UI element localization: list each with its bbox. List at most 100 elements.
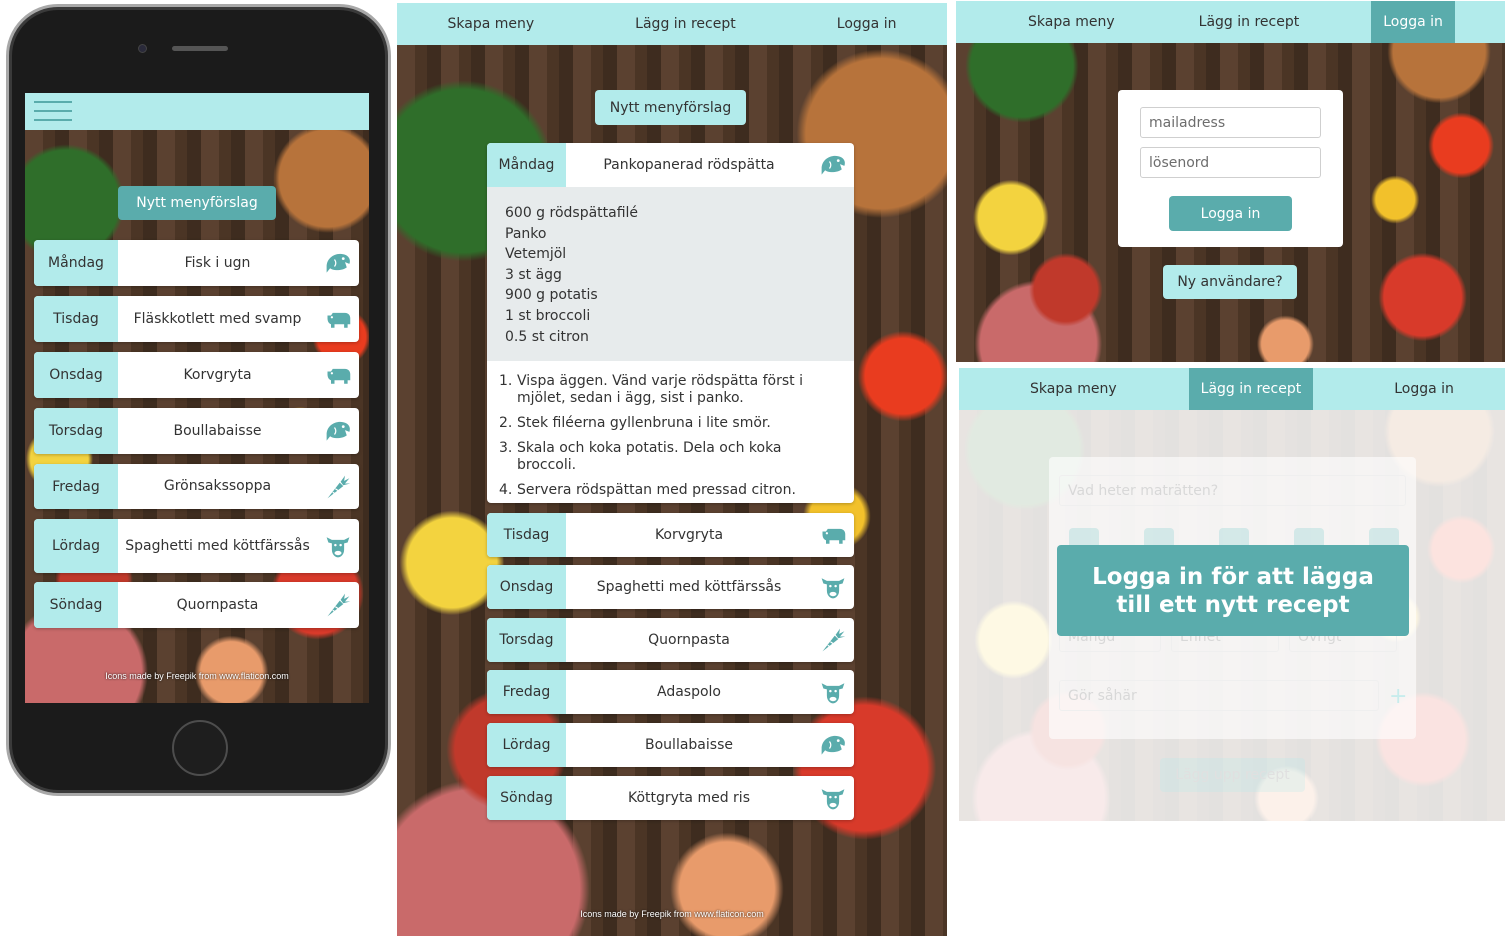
ingredient: 0.5 st citron [505,328,589,345]
day-label: Torsdag [34,408,118,454]
recipe-name-field: Vad heter maträtten? [1059,475,1406,506]
dish-name: Adaspolo [657,683,721,700]
login-required-message: Logga in för att lägga till ett nytt rec… [1057,545,1409,636]
day-row-tuesday[interactable]: Tisdag Fläskkotlett med svamp [34,296,359,342]
day-label: Lördag [487,723,566,767]
day-row-friday[interactable]: Fredag Adaspolo [487,670,854,714]
new-user-button[interactable]: Ny användare? [1163,265,1297,299]
icon-credits: Icons made by Freepik from www.flaticon.… [580,909,764,919]
day-row-wednesday[interactable]: Onsdag Korvgryta [34,352,359,398]
day-row-saturday[interactable]: Lördag Spaghetti med köttfärssås [34,519,359,573]
top-navbar: Skapa meny Lägg in recept Logga in [959,368,1505,410]
fish-icon [812,723,854,767]
day-label: Lördag [34,519,118,573]
day-label: Fredag [487,670,566,714]
day-label: Onsdag [34,352,118,398]
pig-icon [317,352,359,398]
day-label: Tisdag [34,296,118,342]
nav-login[interactable]: Logga in [825,3,909,45]
instructions-field: Gör såhär [1059,680,1379,711]
login-view: Skapa meny Lägg in recept Logga in maila… [956,1,1505,362]
new-menu-button[interactable]: Nytt menyförslag [595,90,746,125]
day-label: Fredag [34,464,118,509]
day-row-tuesday[interactable]: Tisdag Korvgryta [487,513,854,557]
dish-name: Korvgryta [183,366,252,383]
day-row-sunday[interactable]: Söndag Quornpasta [34,582,359,628]
pig-icon [317,296,359,342]
ingredient: Vetemjöl [505,246,567,263]
fish-icon [812,143,854,187]
password-field[interactable]: lösenord [1140,147,1321,178]
instruction-step: 1. Vispa äggen. Vänd varje rödspätta förs… [499,373,804,406]
nav-create-menu[interactable]: Skapa meny [1018,368,1129,410]
dish-name: Fläskkotlett med svamp [133,310,302,327]
day-row-thursday[interactable]: Torsdag Boullabaisse [34,408,359,454]
nav-add-recipe[interactable]: Lägg in recept [623,3,748,45]
add-recipe-view: Skapa meny Lägg in recept Logga in Vad h… [959,368,1505,821]
recipe-header[interactable]: Måndag Pankopanerad rödspätta [487,143,854,187]
ingredient: 3 st ägg [505,266,562,283]
dish-name: Fisk i ugn [184,254,251,271]
day-label: Onsdag [487,565,566,609]
carrot-icon [317,582,359,628]
login-button[interactable]: Logga in [1169,196,1292,231]
cow-icon [317,519,359,573]
instruction-step: 4. Servera rödspättan med pressad citron. [499,482,796,498]
tablet-view: Skapa meny Lägg in recept Logga in Nytt … [397,3,947,936]
cow-icon [812,565,854,609]
day-row-saturday[interactable]: Lördag Boullabaisse [487,723,854,767]
dish-name: Boullabaisse [173,422,262,439]
day-label: Söndag [34,582,118,628]
pig-icon [812,513,854,557]
day-row-monday[interactable]: Måndag Fisk i ugn [34,240,359,286]
carrot-icon [317,464,359,509]
nav-create-menu[interactable]: Skapa meny [436,3,547,45]
day-row-thursday[interactable]: Torsdag Quornpasta [487,618,854,662]
hamburger-menu-icon[interactable] [34,101,72,121]
dish-name: Spaghetti med köttfärssås [125,537,310,554]
ingredient: Panko [505,225,547,242]
day-row-wednesday[interactable]: Onsdag Spaghetti med köttfärssås [487,565,854,609]
phone-navbar [25,93,369,130]
day-label: Tisdag [487,513,566,557]
nav-add-recipe[interactable]: Lägg in recept [1187,1,1312,43]
fish-icon [317,240,359,286]
day-label: Torsdag [487,618,566,662]
submit-recipe-button: Lägg upp recept [1160,758,1305,792]
ingredient: 900 g potatis [505,287,598,304]
instruction-step: 3. Skala och koka potatis. Dela och koka … [499,440,782,473]
nav-add-recipe[interactable]: Lägg in recept [1188,368,1314,410]
cow-icon [812,776,854,820]
phone-home-button [172,720,228,776]
day-label: Måndag [487,143,566,187]
nav-create-menu[interactable]: Skapa meny [1016,1,1127,43]
add-step-plus-icon: + [1389,684,1408,709]
day-label: Måndag [34,240,118,286]
day-row-sunday[interactable]: Söndag Köttgryta med ris [487,776,854,820]
day-label: Söndag [487,776,566,820]
dish-name: Quornpasta [648,631,730,648]
login-form: mailadress lösenord Logga in [1118,90,1343,247]
email-field[interactable]: mailadress [1140,107,1321,138]
dish-name: Quornpasta [176,596,259,613]
carrot-icon [812,618,854,662]
ingredient: 1 st broccoli [505,307,591,324]
day-row-friday[interactable]: Fredag Grönsakssoppa [34,464,359,509]
top-navbar: Skapa meny Lägg in recept Logga in [956,1,1505,43]
icon-credits: Icons made by Freepik from www.flaticon.… [105,671,289,681]
nav-login[interactable]: Logga in [1371,1,1455,43]
expanded-recipe-card: Måndag Pankopanerad rödspätta 600 g röds… [487,143,854,503]
dish-name: Boullabaisse [645,736,733,753]
phone-screen: Nytt menyförslag Måndag Fisk i ugn Tisda… [25,93,369,703]
phone-speaker [172,46,228,51]
instruction-step: 2. Stek filéerna gyllenbruna i lite smör. [499,415,771,431]
top-navbar: Skapa meny Lägg in recept Logga in [397,3,947,45]
nav-login[interactable]: Logga in [1382,368,1466,410]
dish-name: Korvgryta [654,526,724,543]
fish-icon [317,408,359,454]
ingredient: 600 g rödspättafilé [505,205,639,221]
new-menu-button[interactable]: Nytt menyförslag [118,186,276,220]
dish-name: Köttgryta med ris [627,789,750,806]
dish-name: Spaghetti med köttfärssås [596,578,782,595]
dish-name: Grönsakssoppa [163,478,272,495]
